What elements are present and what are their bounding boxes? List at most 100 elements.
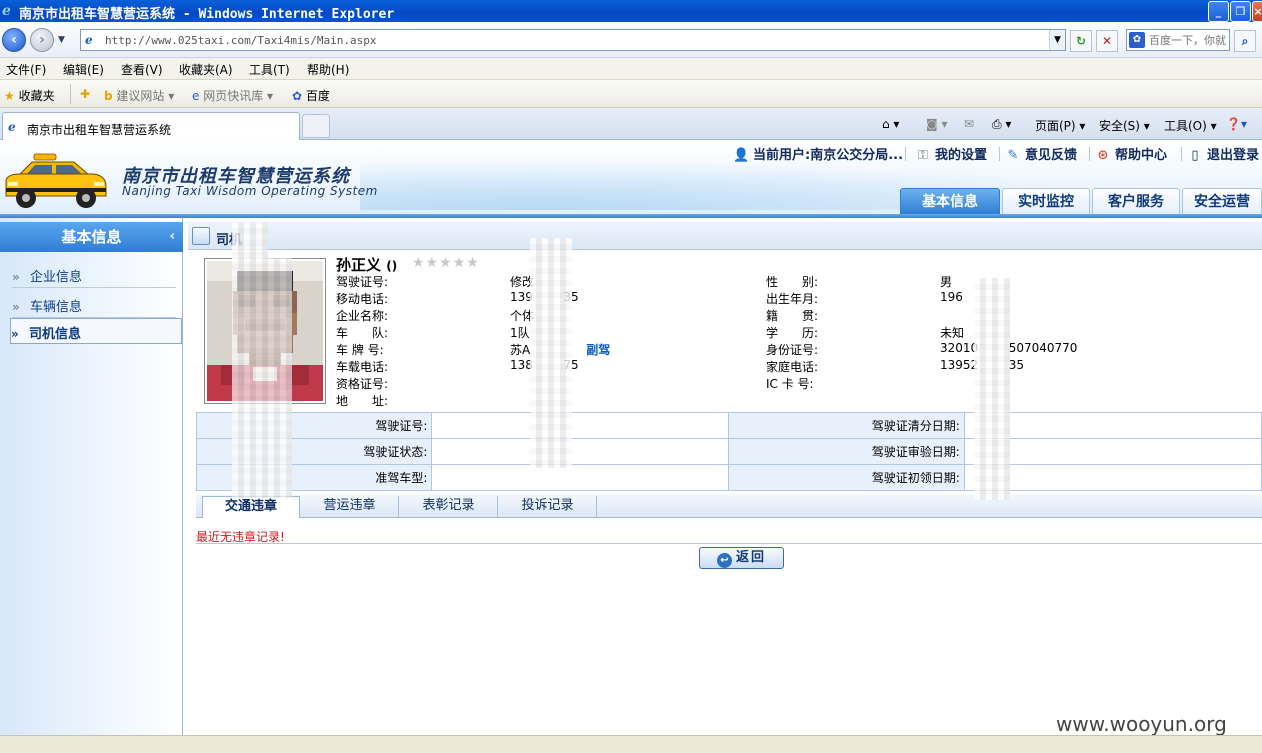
privacy-mosaic: [530, 238, 572, 468]
privacy-mosaic: [232, 222, 268, 262]
nav-tab-realtime-monitor[interactable]: 实时监控: [1002, 188, 1090, 214]
mail-icon[interactable]: ✉: [964, 117, 974, 131]
feedback-link[interactable]: ✎ 意见反馈: [1005, 144, 1077, 163]
tab-commendations[interactable]: 表彰记录: [400, 496, 498, 518]
search-box[interactable]: ✿: [1126, 29, 1230, 51]
search-input[interactable]: [1149, 32, 1229, 48]
nav-tab-basic-info[interactable]: 基本信息: [900, 188, 1000, 214]
history-dropdown-icon[interactable]: ▼: [58, 35, 65, 45]
nav-tab-safe-operation[interactable]: 安全运营: [1182, 188, 1262, 214]
driver-name: 孙正义 (): [336, 256, 398, 274]
collapse-sidebar-icon[interactable]: ‹: [170, 222, 175, 252]
info-birth-date: 出生年月: 196: [766, 290, 963, 306]
menu-tools[interactable]: 工具(T): [249, 61, 290, 78]
new-tab-button[interactable]: [302, 114, 330, 138]
favorites-star-icon: ★: [4, 89, 15, 103]
top-links: 👤 当前用户:南京公交分局... ⚿ 我的设置 ✎ 意见反馈 ⊛ 帮助中心 ▯ 退出登录: [733, 144, 1262, 164]
privacy-mosaic: [974, 278, 1010, 500]
current-user: 👤 当前用户:南京公交分局...: [733, 148, 904, 163]
table-row: 准驾车型: 驾驶证初领日期:: [195, 464, 1262, 491]
rating-stars: ★★★★★: [412, 255, 480, 271]
status-bar: [0, 735, 1262, 753]
search-icon[interactable]: ⌕: [1234, 30, 1256, 52]
brand-subtitle: Nanjing Taxi Wisdom Operating System: [122, 184, 378, 198]
window-title: 南京市出租车智慧营运系统 - Windows Internet Explorer: [19, 7, 395, 22]
tab-traffic-violations[interactable]: 交通违章: [202, 496, 300, 518]
sidebar: 基本信息 ‹ » 企业信息 » 车辆信息 » 司机信息: [0, 218, 183, 735]
baidu-paw-icon: ✿: [292, 89, 303, 103]
menu-edit[interactable]: 编辑(E): [63, 61, 104, 78]
menu-bar: 文件(F) 编辑(E) 查看(V) 收藏夹(A) 工具(T) 帮助(H): [0, 58, 1262, 80]
door-icon: ▯: [1191, 148, 1199, 163]
help-center-link[interactable]: ⊛ 帮助中心: [1095, 144, 1167, 163]
suggested-sites-icon: b: [104, 89, 113, 103]
ie-logo-icon: e: [2, 3, 11, 19]
menu-file[interactable]: 文件(F): [6, 61, 46, 78]
browser-tab-row: e 南京市出租车智慧营运系统 ⌂ ▾ ◙ ▾ ✉ ⎙ ▾ 页面(P) ▾ 安全(…: [0, 108, 1262, 140]
sidebar-item-vehicle-info[interactable]: » 车辆信息: [12, 294, 176, 318]
nav-tab-customer-service[interactable]: 客户服务: [1092, 188, 1180, 214]
lifebuoy-icon: ⊛: [1097, 148, 1109, 163]
address-dropdown-icon[interactable]: ▼: [1049, 30, 1065, 50]
tab-complaints[interactable]: 投诉记录: [499, 496, 597, 518]
webslice-gallery-link[interactable]: e 网页快讯库 ▾: [192, 87, 273, 104]
return-button[interactable]: ↩ 返回: [699, 547, 784, 569]
help-icon[interactable]: ❓▾: [1226, 117, 1247, 131]
close-window-button[interactable]: ×: [1252, 1, 1262, 22]
divider: [999, 147, 1000, 161]
info-home-phone: 家庭电话: 13952 35: [766, 358, 1024, 374]
app-header: 南京市出租车智慧营运系统 Nanjing Taxi Wisdom Operati…: [0, 140, 1262, 218]
favorites-button[interactable]: ★ 收藏夹: [4, 87, 55, 104]
logout-link[interactable]: ▯ 退出登录: [1187, 144, 1259, 163]
double-chevron-icon: »: [11, 327, 19, 341]
page-icon: e: [8, 120, 16, 134]
license-table: 驾驶证号: 驾驶证清分日期: 驾驶证状态: 驾驶证审验日期: 准驾车型: 驾驶证…: [195, 412, 1262, 491]
divider: [70, 84, 71, 104]
page-menu[interactable]: 页面(P) ▾: [1035, 117, 1085, 134]
address-bar[interactable]: e http://www.025taxi.com/Taxi4mis/Main.a…: [80, 29, 1066, 51]
sidebar-item-company-info[interactable]: » 企业信息: [12, 264, 176, 288]
baidu-paw-icon: ✿: [1129, 32, 1145, 48]
add-favorite-icon[interactable]: ✚: [80, 87, 90, 101]
info-education: 学 历: 未知: [766, 326, 965, 340]
sidebar-item-driver-info[interactable]: » 司机信息: [10, 318, 182, 344]
feeds-icon[interactable]: ◙ ▾: [926, 117, 947, 131]
browser-tab-title: 南京市出租车智慧营运系统: [27, 123, 172, 137]
baidu-link[interactable]: ✿ 百度: [292, 87, 330, 104]
feedback-icon: ✎: [1007, 148, 1019, 163]
sidebar-title: 基本信息 ‹: [0, 222, 183, 252]
minimize-button[interactable]: _: [1208, 1, 1229, 22]
print-icon[interactable]: ⎙ ▾: [992, 117, 1011, 132]
menu-favorites[interactable]: 收藏夹(A): [179, 61, 233, 78]
table-row: 驾驶证状态: 驾驶证审验日期:: [195, 438, 1262, 465]
back-nav-button[interactable]: ‹: [2, 28, 26, 52]
address-url[interactable]: http://www.025taxi.com/Taxi4mis/Main.asp…: [105, 34, 377, 47]
window-title-bar: e 南京市出租车智慧营运系统 - Windows Internet Explor…: [0, 0, 1262, 22]
stop-button[interactable]: ✕: [1096, 30, 1118, 52]
info-ic-card: IC 卡 号:: [766, 377, 814, 391]
co-driver-link[interactable]: 副驾: [586, 343, 610, 357]
address-toolbar: ‹ › ▼ e http://www.025taxi.com/Taxi4mis/…: [0, 22, 1262, 58]
maximize-button[interactable]: ❐: [1230, 1, 1251, 22]
menu-help[interactable]: 帮助(H): [307, 61, 349, 78]
divider: [196, 543, 1262, 544]
user-icon: 👤: [733, 148, 750, 163]
table-row: 驾驶证号: 驾驶证清分日期:: [195, 412, 1262, 439]
home-icon[interactable]: ⌂ ▾: [882, 117, 899, 131]
safety-menu[interactable]: 安全(S) ▾: [1099, 117, 1150, 134]
tab-operation-violations[interactable]: 营运违章: [301, 496, 399, 518]
favorites-bar: ★ 收藏夹 ✚ b 建议网站 ▾ e 网页快讯库 ▾ ✿ 百度: [0, 80, 1262, 108]
info-gender: 性 别: 男: [766, 275, 953, 289]
watermark-text: www.wooyun.org: [1056, 712, 1227, 736]
return-arrow-icon: ↩: [716, 553, 732, 568]
menu-view[interactable]: 查看(V): [121, 61, 163, 78]
forward-nav-button[interactable]: ›: [30, 28, 54, 52]
suggested-sites-link[interactable]: b 建议网站 ▾: [104, 87, 174, 104]
my-settings-link[interactable]: ⚿ 我的设置: [915, 144, 987, 163]
tools-menu[interactable]: 工具(O) ▾: [1164, 117, 1217, 134]
record-tabs: 交通违章 营运违章 表彰记录 投诉记录: [196, 494, 1262, 518]
browser-tab-active[interactable]: e 南京市出租车智慧营运系统: [2, 112, 300, 140]
divider: [905, 147, 906, 161]
breadcrumb: 司机: [188, 222, 1262, 250]
refresh-button[interactable]: ↻: [1070, 30, 1092, 52]
